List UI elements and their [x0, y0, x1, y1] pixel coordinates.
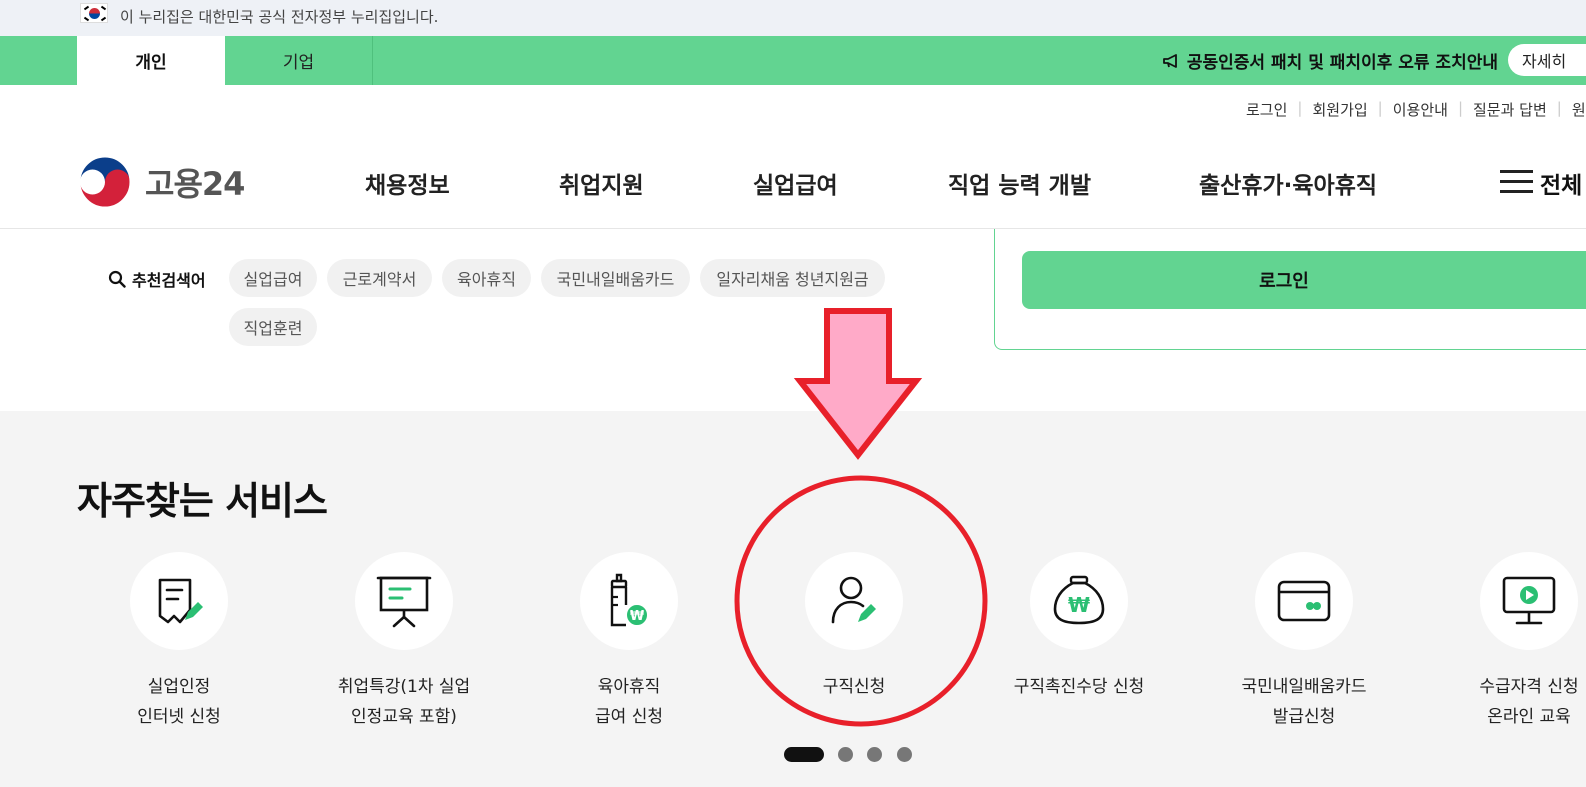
presentation-board-icon	[376, 576, 432, 628]
gnb-employment-support[interactable]: 취업지원	[559, 166, 644, 200]
service-job-promotion-allowance[interactable]: ₩	[1030, 552, 1128, 650]
recommended-keywords-label: 추천검색어	[108, 267, 206, 291]
document-pen-icon	[158, 578, 203, 624]
qna-link[interactable]: 질문과 답변	[1463, 99, 1557, 120]
login-button[interactable]: 로그인	[1022, 251, 1586, 309]
keyword-chip[interactable]: 직업훈련	[229, 308, 317, 346]
carousel-dot[interactable]	[897, 747, 912, 762]
gnb-parental-leave[interactable]: 출산휴가·육아휴직	[1199, 166, 1377, 200]
login-link[interactable]: 로그인	[1236, 99, 1297, 120]
notice-link[interactable]: 공동인증서 패치 및 패치이후 오류 조치안내	[1162, 48, 1498, 73]
signup-link[interactable]: 회원가입	[1302, 99, 1377, 120]
all-menu-button[interactable]: 전체	[1540, 166, 1582, 200]
notice-text: 공동인증서 패치 및 패치이후 오류 조치안내	[1186, 53, 1498, 73]
korea-flag-icon	[80, 3, 108, 23]
utility-links: 로그인 | 회원가입 | 이용안내 | 질문과 답변 | 원	[1236, 99, 1586, 120]
money-bag-won-icon: ₩	[1053, 575, 1105, 625]
search-icon	[108, 270, 126, 288]
keyword-chip[interactable]: 근로계약서	[327, 259, 432, 297]
logo-text: 고용24	[145, 165, 245, 203]
gnb-unemployment-benefit[interactable]: 실업급여	[753, 166, 838, 200]
service-label: 구직신청	[822, 677, 886, 697]
site-logo[interactable]: 고용24	[79, 155, 249, 209]
tab-personal[interactable]: 개인	[77, 36, 225, 85]
keyword-chip[interactable]: 국민내일배움카드	[541, 259, 690, 297]
baby-bottle-won-icon: ₩	[610, 573, 649, 627]
gnb-job-info[interactable]: 채용정보	[365, 166, 450, 200]
service-learning-card[interactable]	[1255, 552, 1353, 650]
hamburger-menu-icon[interactable]	[1500, 170, 1533, 194]
services-title: 자주찾는 서비스	[77, 479, 328, 523]
service-unemployment-recognition[interactable]	[130, 552, 228, 650]
audience-tab-bar: 개인 기업 공동인증서 패치 및 패치이후 오류 조치안내 자세히	[0, 36, 1586, 85]
page: 이 누리집은 대한민국 공식 전자정부 누리집입니다. 개인 기업 공동인증서 …	[0, 0, 1586, 787]
service-label: 국민내일배움카드 발급신청	[1241, 677, 1367, 727]
carousel-dot-active[interactable]	[784, 747, 824, 762]
megaphone-icon	[1162, 53, 1177, 68]
login-button-label: 로그인	[1259, 271, 1309, 292]
card-icon	[1277, 580, 1331, 622]
service-label: 수급자격 신청 온라인 교육	[1479, 677, 1579, 727]
tab-corporate[interactable]: 기업	[225, 36, 373, 85]
service-parental-leave-benefit[interactable]: ₩	[580, 552, 678, 650]
gnb-job-training[interactable]: 직업 능력 개발	[948, 166, 1091, 200]
keywords-label-text: 추천검색어	[132, 271, 206, 290]
keyword-chip[interactable]: 일자리채움 청년지원금	[700, 259, 885, 297]
service-label: 구직촉진수당 신청	[1013, 677, 1145, 697]
svg-text:₩: ₩	[1068, 593, 1090, 617]
util-link-cut[interactable]: 원	[1562, 99, 1586, 120]
guide-link[interactable]: 이용안내	[1383, 99, 1458, 120]
person-pen-icon	[831, 576, 876, 624]
service-label: 취업특강(1차 실업 인정교육 포함)	[337, 677, 471, 727]
emblem-icon	[79, 156, 131, 208]
service-benefit-eligibility[interactable]	[1480, 552, 1578, 650]
service-label: 육아휴직 급여 신청	[595, 677, 663, 727]
svg-text:₩: ₩	[630, 609, 645, 624]
service-job-application[interactable]	[805, 552, 903, 650]
monitor-play-icon	[1502, 576, 1556, 625]
keyword-chip[interactable]: 육아휴직	[442, 259, 531, 297]
service-job-lecture[interactable]	[355, 552, 453, 650]
keyword-chip[interactable]: 실업급여	[229, 259, 317, 297]
carousel-dot[interactable]	[867, 747, 882, 762]
carousel-dot[interactable]	[838, 747, 853, 762]
gov-banner: 이 누리집은 대한민국 공식 전자정부 누리집입니다.	[0, 0, 1586, 36]
service-label: 실업인정 인터넷 신청	[137, 677, 221, 727]
gov-banner-text: 이 누리집은 대한민국 공식 전자정부 누리집입니다.	[120, 8, 439, 26]
notice-detail-button[interactable]: 자세히	[1508, 44, 1586, 76]
